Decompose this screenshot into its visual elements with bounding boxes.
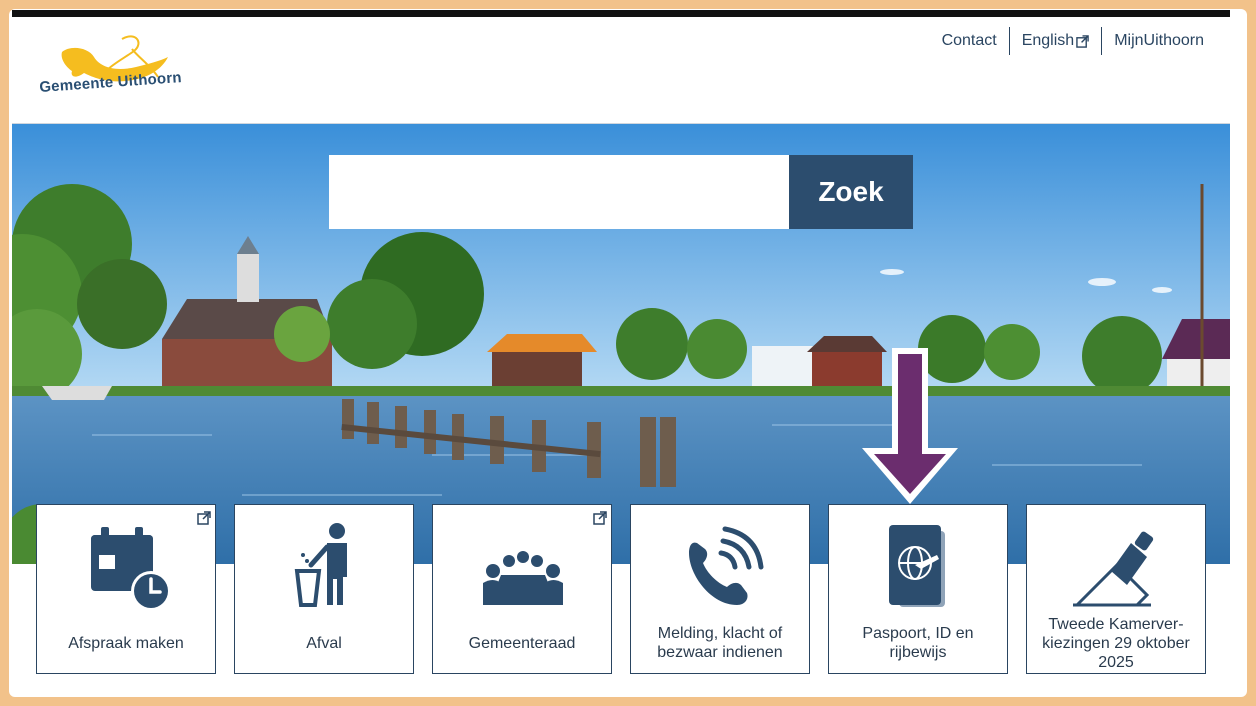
nav-mijnuithoorn[interactable]: MijnUithoorn [1101, 27, 1216, 55]
tile-paspoort-id-rijbewijs[interactable]: Paspoort, ID en rijbewijs [828, 504, 1008, 674]
top-navigation: Contact English MijnUithoorn [930, 27, 1216, 55]
search-input[interactable] [329, 155, 789, 229]
council-meeting-icon [483, 551, 563, 605]
gemeente-logo[interactable]: Gemeente Uithoorn [39, 27, 190, 117]
waste-bin-icon [294, 523, 347, 607]
external-link-icon [197, 511, 211, 525]
ballot-box-icon [1073, 531, 1154, 607]
tile-melding-klacht-bezwaar[interactable]: Melding, klacht of bezwaar indienen [630, 504, 810, 674]
down-arrow-icon [862, 348, 958, 504]
passport-icon [889, 525, 945, 607]
search-bar: Zoek [329, 155, 913, 229]
tile-label: Tweede Kamerver- kiezingen 29 oktober 20… [1042, 615, 1190, 671]
top-strip [12, 10, 1230, 17]
phone-icon [689, 526, 764, 605]
tile-label: Melding, klacht of bezwaar indienen [657, 625, 783, 661]
tile-gemeenteraad[interactable]: Gemeenteraad [432, 504, 612, 674]
tile-label: Afval [306, 634, 342, 652]
tile-label: Gemeenteraad [468, 634, 576, 652]
calendar-clock-icon [91, 527, 171, 611]
external-link-icon [1076, 34, 1089, 48]
tile-afval[interactable]: Afval [234, 504, 414, 674]
site-header: Gemeente Uithoorn Contact English MijnUi… [12, 17, 1230, 124]
tile-label: Afspraak maken [68, 634, 184, 652]
search-button[interactable]: Zoek [789, 155, 913, 229]
external-link-icon [593, 511, 607, 525]
nav-contact[interactable]: Contact [930, 27, 1009, 55]
nav-english[interactable]: English [1008, 27, 1101, 55]
tile-afspraak-maken[interactable]: Afspraak maken [36, 504, 216, 674]
tile-tweede-kamerverkiezingen[interactable]: Tweede Kamerver- kiezingen 29 oktober 20… [1026, 504, 1206, 674]
tile-label: Paspoort, ID en rijbewijs [862, 625, 974, 661]
